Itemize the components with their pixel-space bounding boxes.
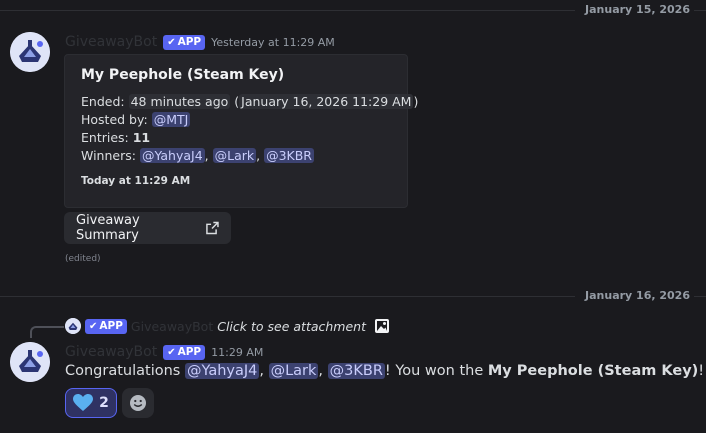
- app-badge: ✔ APP: [85, 318, 127, 334]
- giveaway-embed: My Peephole (Steam Key) Ended: 48 minute…: [64, 54, 419, 208]
- ended-absolute-time[interactable]: January 16, 2026 11:29 AM: [239, 94, 414, 109]
- message-timestamp[interactable]: 11:29 AM: [211, 346, 263, 359]
- embed-host-line: Hosted by: @MTJ: [81, 112, 191, 127]
- ended-relative-time[interactable]: 48 minutes ago: [128, 94, 231, 109]
- check-icon: ✔: [89, 320, 98, 332]
- message-timestamp[interactable]: Yesterday at 11:29 AM: [211, 36, 335, 49]
- avatar[interactable]: [10, 342, 50, 382]
- embed-entries-line: Entries: 11: [81, 130, 151, 145]
- winner-mention[interactable]: @3KBR: [264, 148, 314, 163]
- bot-avatar-icon: [10, 342, 50, 382]
- add-reaction-button[interactable]: [122, 388, 154, 418]
- embed-title: My Peephole (Steam Key): [81, 67, 285, 83]
- reply-avatar: [65, 318, 81, 334]
- avatar[interactable]: [10, 32, 50, 72]
- host-mention[interactable]: @MTJ: [151, 112, 191, 127]
- date-divider-label: January 16, 2026: [575, 289, 694, 302]
- reply-preview[interactable]: ✔ APP GiveawayBot Click to see attachment: [65, 318, 390, 334]
- winner-mention[interactable]: @YahyaJ4: [139, 148, 205, 163]
- edited-label: (edited): [65, 254, 101, 264]
- bot-avatar-icon: [10, 32, 50, 72]
- entries-count: 11: [132, 130, 151, 145]
- message-header: GiveawayBot ✔ APP 11:29 AM: [65, 344, 263, 360]
- check-icon: ✔: [167, 346, 176, 358]
- reaction-count: 2: [99, 395, 109, 411]
- blue-heart-icon: [73, 394, 94, 411]
- reply-username[interactable]: GiveawayBot: [131, 319, 213, 334]
- winner-mention[interactable]: @Lark: [268, 363, 319, 379]
- winner-mention[interactable]: @YahyaJ4: [184, 363, 260, 379]
- image-icon: [375, 319, 389, 333]
- external-link-icon: [206, 221, 219, 235]
- prize-name: My Peephole (Steam Key): [487, 363, 699, 379]
- app-badge: ✔ APP: [163, 344, 206, 360]
- giveaway-summary-button[interactable]: Giveaway Summary: [64, 212, 231, 244]
- app-badge: ✔ APP: [163, 34, 206, 50]
- message-content: Congratulations @YahyaJ4, @Lark, @3KBR! …: [65, 363, 705, 379]
- username[interactable]: GiveawayBot: [65, 34, 157, 50]
- winner-mention[interactable]: @3KBR: [327, 363, 385, 379]
- bot-avatar-icon: [65, 318, 81, 334]
- smiley-icon: [130, 395, 146, 411]
- embed-footer: Today at 11:29 AM: [81, 175, 191, 187]
- date-divider-label: January 15, 2026: [575, 3, 694, 16]
- reply-spine: [30, 326, 64, 338]
- reply-text[interactable]: Click to see attachment: [217, 319, 366, 334]
- username[interactable]: GiveawayBot: [65, 344, 157, 360]
- embed-winners-line: Winners: @YahyaJ4, @Lark, @3KBR: [81, 148, 314, 163]
- winner-mention[interactable]: @Lark: [212, 148, 257, 163]
- embed-ended-line: Ended: 48 minutes ago (January 16, 2026 …: [81, 94, 419, 109]
- check-icon: ✔: [167, 36, 176, 48]
- heart-reaction[interactable]: 2: [65, 388, 117, 418]
- message-header: GiveawayBot ✔ APP Yesterday at 11:29 AM: [65, 34, 335, 50]
